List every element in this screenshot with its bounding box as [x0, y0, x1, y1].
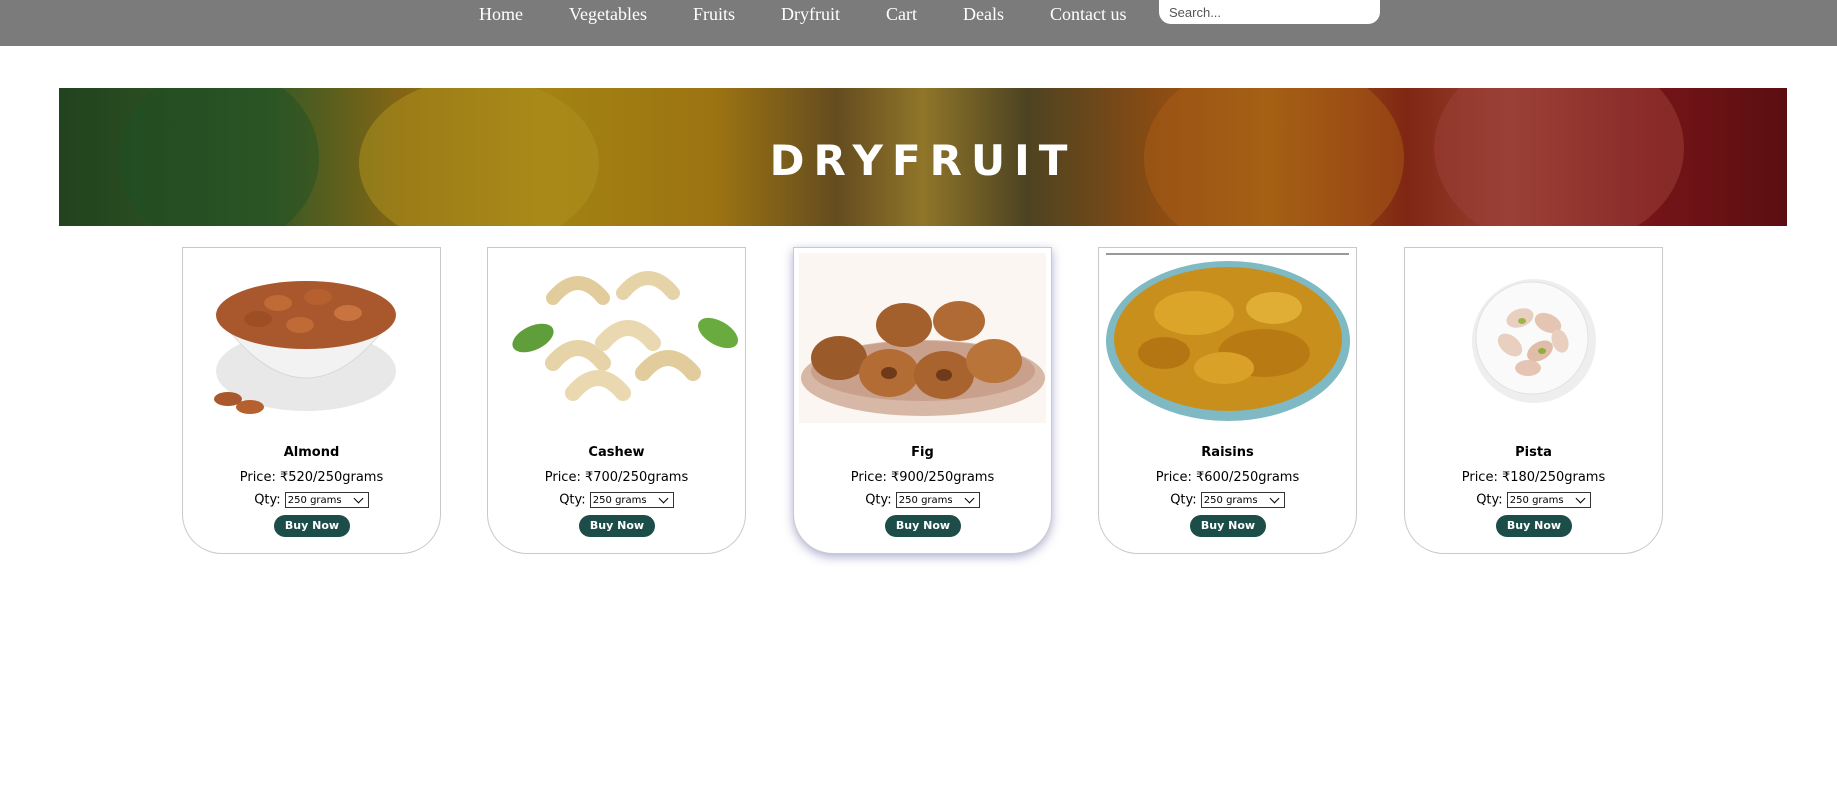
nav-link-contact[interactable]: Contact us [1050, 4, 1127, 25]
qty-row: Qty: 250 grams [183, 492, 440, 508]
page-title: DRYFRUIT [769, 136, 1077, 185]
qty-value: 250 grams [1203, 495, 1258, 506]
product-price: Price: ₹520/250grams [239, 470, 384, 485]
product-card-fig: Fig Price: ₹900/250grams Qty: 250 grams … [793, 247, 1052, 554]
qty-row: Qty: 250 grams [1405, 492, 1662, 508]
product-name: Almond [283, 445, 340, 460]
qty-row: Qty: 250 grams [488, 492, 745, 508]
chevron-down-icon [658, 493, 669, 504]
qty-value: 250 grams [592, 495, 647, 506]
chevron-down-icon [1269, 493, 1280, 504]
nav-link-home[interactable]: Home [479, 4, 523, 25]
product-card-cashew: Cashew Price: ₹700/250grams Qty: 250 gra… [487, 247, 746, 554]
product-price: Price: ₹700/250grams [544, 470, 689, 485]
qty-label: Qty: [1170, 492, 1197, 508]
qty-select[interactable]: 250 grams [1200, 492, 1285, 508]
qty-select[interactable]: 250 grams [589, 492, 674, 508]
qty-label: Qty: [559, 492, 586, 508]
nav-link-cart[interactable]: Cart [886, 4, 917, 25]
chevron-down-icon [964, 493, 975, 504]
product-card-pista: Pista Price: ₹180/250grams Qty: 250 gram… [1404, 247, 1663, 554]
qty-select[interactable]: 250 grams [284, 492, 369, 508]
raisins-image [1104, 253, 1351, 423]
nav-link-vegetables[interactable]: Vegetables [569, 4, 647, 25]
product-name: Fig [911, 445, 934, 460]
buy-now-button[interactable]: Buy Now [1190, 515, 1266, 537]
qty-select[interactable]: 250 grams [895, 492, 980, 508]
product-card-almond: Almond Price: ₹520/250grams Qty: 250 gra… [182, 247, 441, 554]
qty-row: Qty: 250 grams [1099, 492, 1356, 508]
product-price: Price: ₹900/250grams [850, 470, 995, 485]
buy-now-button[interactable]: Buy Now [1496, 515, 1572, 537]
category-banner: DRYFRUIT [59, 88, 1787, 226]
buy-now-button[interactable]: Buy Now [274, 515, 350, 537]
product-name: Cashew [588, 445, 645, 460]
top-navbar: Home Vegetables Fruits Dryfruit Cart Dea… [0, 0, 1837, 46]
pista-image [1410, 253, 1657, 423]
chevron-down-icon [353, 493, 364, 504]
qty-label: Qty: [1476, 492, 1503, 508]
qty-label: Qty: [254, 492, 281, 508]
product-price: Price: ₹600/250grams [1155, 470, 1300, 485]
almond-image [188, 253, 435, 423]
qty-select[interactable]: 250 grams [1506, 492, 1591, 508]
product-card-raisins: Raisins Price: ₹600/250grams Qty: 250 gr… [1098, 247, 1357, 554]
product-price: Price: ₹180/250grams [1461, 470, 1606, 485]
fig-image [799, 253, 1046, 423]
product-name: Pista [1515, 445, 1552, 460]
qty-value: 250 grams [898, 495, 953, 506]
cashew-image [493, 253, 740, 423]
buy-now-button[interactable]: Buy Now [579, 515, 655, 537]
qty-label: Qty: [865, 492, 892, 508]
search-input[interactable] [1159, 0, 1380, 24]
nav-link-dryfruit[interactable]: Dryfruit [781, 4, 840, 25]
product-name: Raisins [1201, 445, 1254, 460]
nav-link-fruits[interactable]: Fruits [693, 4, 735, 25]
qty-value: 250 grams [1509, 495, 1564, 506]
chevron-down-icon [1575, 493, 1586, 504]
qty-value: 250 grams [287, 495, 342, 506]
nav-link-deals[interactable]: Deals [963, 4, 1004, 25]
buy-now-button[interactable]: Buy Now [885, 515, 961, 537]
qty-row: Qty: 250 grams [794, 492, 1051, 508]
